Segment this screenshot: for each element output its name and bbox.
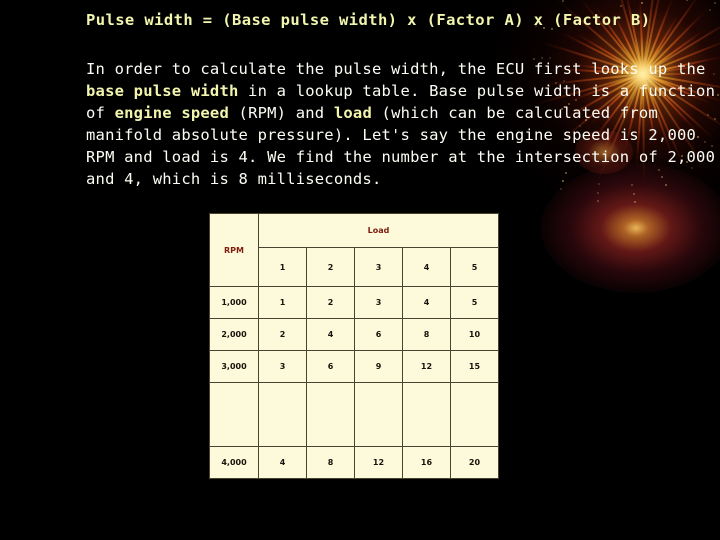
table-cell-value xyxy=(306,382,355,447)
table-cell-value: 3 xyxy=(354,286,403,319)
table-row: 2,000 2 4 6 8 10 xyxy=(209,318,499,351)
body-paragraph: In order to calculate the pulse width, t… xyxy=(86,58,718,190)
table-cell-value: 8 xyxy=(402,318,451,351)
firework-spark xyxy=(596,199,599,202)
table-cell-rpm: 3,000 xyxy=(209,350,259,383)
firework-spark xyxy=(640,2,643,5)
firework-spark xyxy=(619,4,622,7)
page-title: Pulse width = (Base pulse width) x (Fact… xyxy=(86,11,651,29)
table-cell-value: 3 xyxy=(258,350,307,383)
table-cell-value xyxy=(258,382,307,447)
table-cell-value: 10 xyxy=(450,318,499,351)
table-cell-value: 2 xyxy=(258,318,307,351)
table-cell-value: 1 xyxy=(258,286,307,319)
body-text: In order to calculate the pulse width, t… xyxy=(86,60,706,78)
table-header-load: Load xyxy=(258,213,499,248)
emphasis-text: base pulse width xyxy=(86,82,239,100)
table-cell-rpm: 1,000 xyxy=(209,286,259,319)
table-column-header: 4 xyxy=(402,247,451,287)
firework-spark xyxy=(597,191,600,194)
table-cell-value: 9 xyxy=(354,350,403,383)
body-text: (RPM) and xyxy=(229,104,334,122)
table-cell-value: 4 xyxy=(402,286,451,319)
table-cell-value xyxy=(354,382,403,447)
table-row: 4,000 4 8 12 16 20 xyxy=(209,446,499,479)
firework-spark xyxy=(561,0,564,3)
table-cell-value xyxy=(402,382,451,447)
table-cell-value: 12 xyxy=(354,446,403,479)
table-cell-value: 6 xyxy=(354,318,403,351)
table-cell-value: 15 xyxy=(450,350,499,383)
table-row: 1,000 1 2 3 4 5 xyxy=(209,286,499,319)
table-cell-value: 2 xyxy=(306,286,355,319)
emphasis-text: engine speed xyxy=(114,104,229,122)
table-cell-value: 5 xyxy=(450,286,499,319)
table-column-header: 1 xyxy=(258,247,307,287)
table-cell-value: 16 xyxy=(402,446,451,479)
table-cell-rpm xyxy=(209,382,259,447)
table-cell-value: 6 xyxy=(306,350,355,383)
firework-spark xyxy=(634,200,637,203)
table-cell-value: 20 xyxy=(450,446,499,479)
table-header-row: RPM Load xyxy=(209,213,499,287)
firework-spark xyxy=(685,0,688,2)
table-column-header: 3 xyxy=(354,247,403,287)
table-column-header: 5 xyxy=(450,247,499,287)
table-cell-rpm: 2,000 xyxy=(209,318,259,351)
table-row: 3,000 3 6 9 12 15 xyxy=(209,350,499,383)
emphasis-text: load xyxy=(333,104,372,122)
firework-spark xyxy=(632,192,635,195)
table-cell-value: 4 xyxy=(306,318,355,351)
table-header-rpm: RPM xyxy=(209,213,259,287)
table-cell-value xyxy=(450,382,499,447)
firework-spark xyxy=(713,2,716,5)
table-row-blank xyxy=(209,382,499,447)
table-cell-rpm: 4,000 xyxy=(209,446,259,479)
table-cell-value: 12 xyxy=(402,350,451,383)
base-pulse-width-lookup-table: RPM Load 1 2 3 4 5 1,000 1 2 3 4 5 2,000 2 4 6 8 10 3,000 3 6… xyxy=(209,213,499,479)
table-column-header: 2 xyxy=(306,247,355,287)
table-cell-value: 4 xyxy=(258,446,307,479)
table-cell-value: 8 xyxy=(306,446,355,479)
